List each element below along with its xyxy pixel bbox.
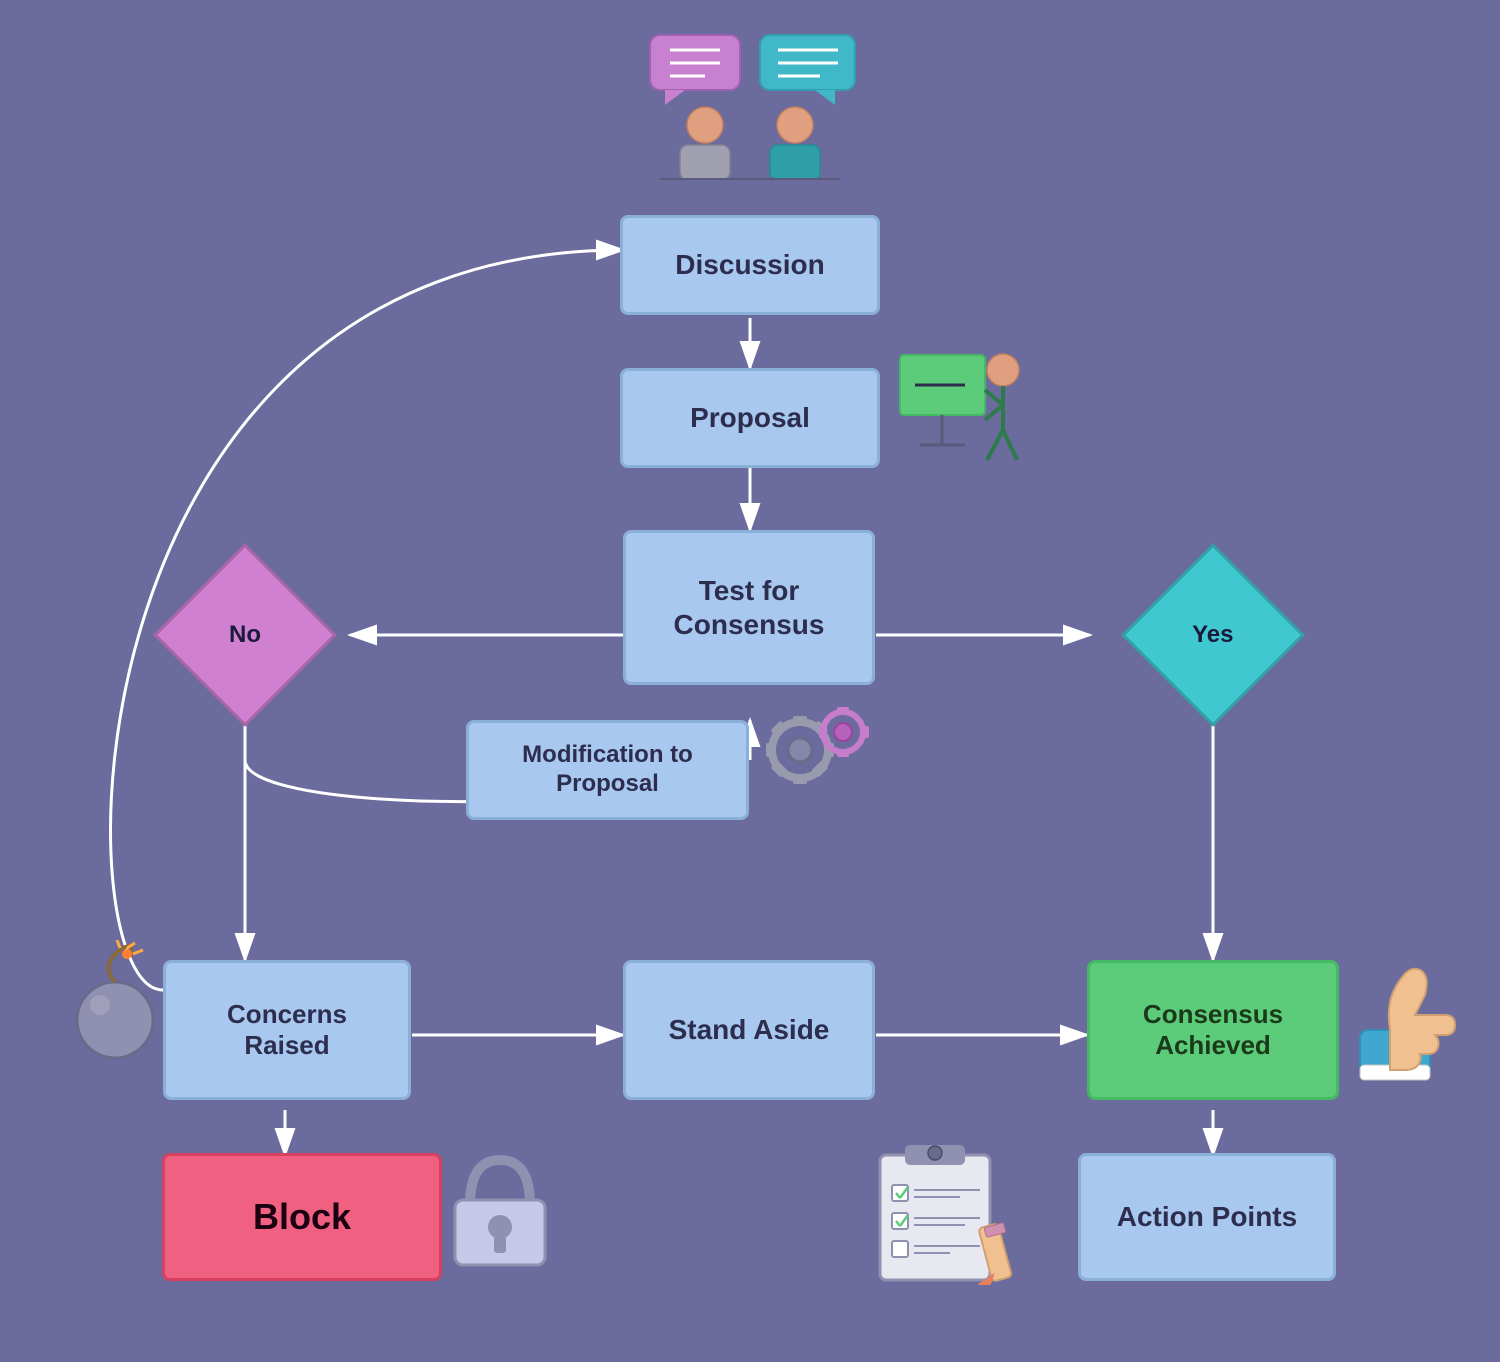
concerns-raised-box: Concerns Raised bbox=[163, 960, 411, 1100]
block-box: Block bbox=[162, 1153, 442, 1281]
no-diamond: No bbox=[180, 570, 310, 700]
discussion-box: Discussion bbox=[620, 215, 880, 315]
thumbsup-icon bbox=[1350, 950, 1470, 1095]
bomb-icon bbox=[55, 940, 165, 1065]
checklist-icon bbox=[870, 1135, 1050, 1290]
discussion-icon bbox=[620, 20, 880, 180]
yes-diamond: Yes bbox=[1148, 570, 1278, 700]
stand-aside-box: Stand Aside bbox=[623, 960, 875, 1100]
consensus-achieved-box: Consensus Achieved bbox=[1087, 960, 1339, 1100]
padlock-icon bbox=[445, 1140, 555, 1275]
proposal-box: Proposal bbox=[620, 368, 880, 468]
test-consensus-box: Test for Consensus bbox=[623, 530, 875, 685]
gears-icon bbox=[755, 700, 875, 806]
presenter-icon bbox=[895, 340, 1035, 475]
modification-proposal-box: Modification to Proposal bbox=[466, 720, 749, 820]
flowchart: Discussion Proposal Test for Consensus bbox=[0, 0, 1500, 1362]
action-points-box: Action Points bbox=[1078, 1153, 1336, 1281]
